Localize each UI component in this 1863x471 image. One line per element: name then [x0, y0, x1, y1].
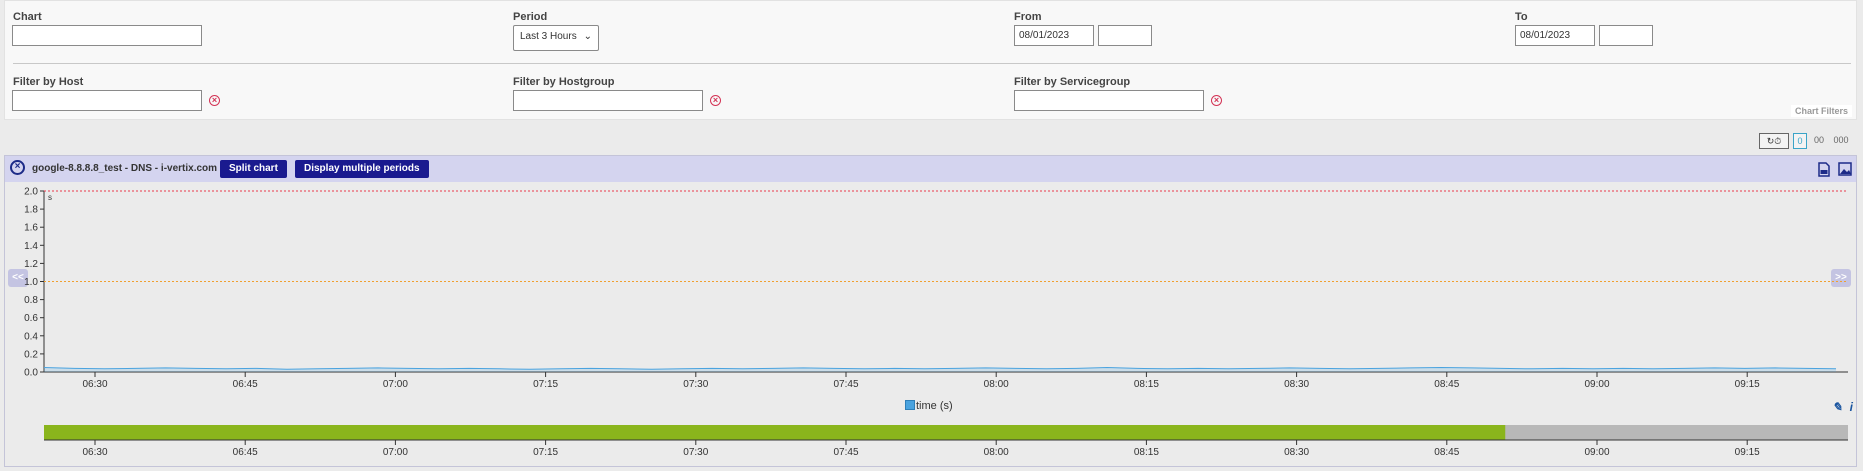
y-tick-label: 0.6 — [24, 313, 38, 324]
navigator-tick-label: 06:45 — [233, 447, 258, 458]
chart-legend[interactable]: time (s) — [905, 400, 953, 412]
navigator-tick-label: 07:00 — [383, 447, 408, 458]
y-tick-label: 1.6 — [24, 223, 38, 234]
x-tick-label: 08:30 — [1284, 379, 1309, 390]
navigator-tick-label: 08:45 — [1434, 447, 1459, 458]
navigator-tick-label: 07:45 — [833, 447, 858, 458]
navigator-tick-label: 09:00 — [1584, 447, 1609, 458]
x-tick-label: 08:00 — [984, 379, 1009, 390]
y-tick-label: 0.2 — [24, 349, 38, 360]
y-tick-label: 1.8 — [24, 205, 38, 216]
navigator-selection — [44, 425, 1506, 440]
navigator-tick-label: 06:30 — [82, 447, 107, 458]
x-tick-label: 07:30 — [683, 379, 708, 390]
navigator-tick-label: 07:15 — [533, 447, 558, 458]
x-tick-label: 06:45 — [233, 379, 258, 390]
y-tick-label: 2.0 — [24, 187, 38, 198]
y-tick-label: 0.4 — [24, 331, 38, 342]
y-tick-label: 1.4 — [24, 241, 38, 252]
y-tick-label: 0.0 — [24, 368, 38, 379]
navigator-tick-label: 08:30 — [1284, 447, 1309, 458]
legend-swatch — [905, 400, 915, 410]
y-tick-label: 1.0 — [24, 277, 38, 288]
info-icon[interactable]: i — [1850, 400, 1853, 414]
x-tick-label: 07:00 — [383, 379, 408, 390]
legend-label: time (s) — [916, 400, 953, 412]
navigator-tick-label: 09:15 — [1735, 447, 1760, 458]
x-tick-label: 06:30 — [82, 379, 107, 390]
legend-tools: ✎ i — [1832, 400, 1853, 414]
x-tick-label: 08:15 — [1134, 379, 1159, 390]
pencil-icon[interactable]: ✎ — [1832, 400, 1842, 414]
x-tick-label: 07:45 — [833, 379, 858, 390]
y-unit-label: s — [48, 193, 52, 202]
x-tick-label: 09:15 — [1735, 379, 1760, 390]
x-tick-label: 08:45 — [1434, 379, 1459, 390]
navigator-tick-label: 07:30 — [683, 447, 708, 458]
y-tick-label: 0.8 — [24, 295, 38, 306]
navigator-tick-label: 08:15 — [1134, 447, 1159, 458]
x-tick-label: 07:15 — [533, 379, 558, 390]
x-tick-label: 09:00 — [1584, 379, 1609, 390]
navigator-tick-label: 08:00 — [984, 447, 1009, 458]
y-tick-label: 1.2 — [24, 259, 38, 270]
